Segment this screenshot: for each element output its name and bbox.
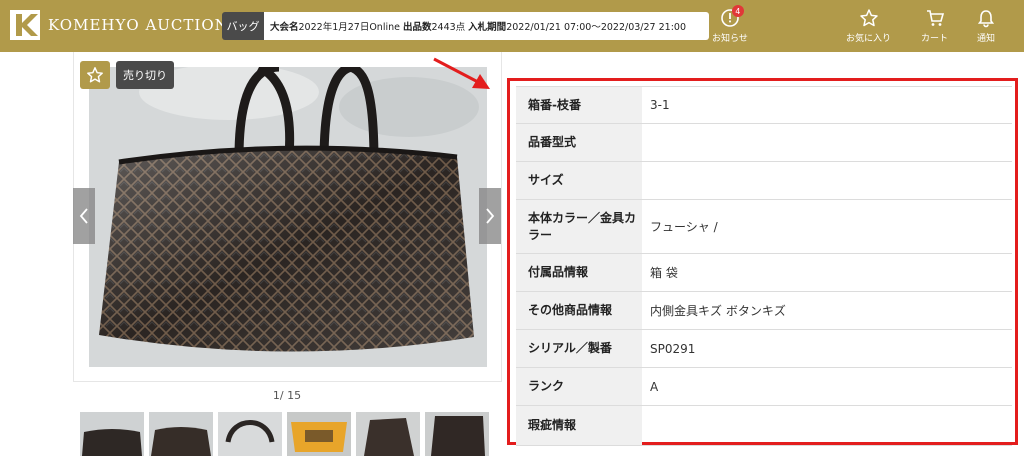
favorite-star-button[interactable] <box>80 61 110 89</box>
spec-row: サイズ <box>516 161 1012 200</box>
auction-info-bar: バッグ 大会名 2022年1月27日Online 出品数 2443点 入札期間 … <box>222 12 709 40</box>
cart-label: カート <box>921 34 949 44</box>
spec-label: 付属品情報 <box>516 253 642 292</box>
thumbnail[interactable] <box>218 412 282 456</box>
chevron-left-icon <box>79 208 88 224</box>
spec-label: ランク <box>516 367 642 406</box>
spec-value: A <box>642 367 1012 406</box>
spec-value: SP0291 <box>642 329 1012 368</box>
spec-row: ランク A <box>516 367 1012 406</box>
logo-text: KOMEHYO AUCTION <box>48 16 229 34</box>
star-outline-icon <box>87 67 103 83</box>
thumbnail[interactable] <box>80 412 144 456</box>
cart-button[interactable]: カート <box>921 8 948 44</box>
spec-label: その他商品情報 <box>516 291 642 330</box>
prev-image-button[interactable] <box>73 188 95 244</box>
sold-out-tag: 売り切り <box>116 61 174 89</box>
item-count: 2443点 <box>431 22 466 33</box>
thumbnail[interactable] <box>356 412 420 456</box>
product-gallery <box>73 52 502 382</box>
cart-icon <box>926 10 944 26</box>
thumbnail[interactable] <box>425 412 489 456</box>
spec-row: 箱番-枝番 3-1 <box>516 86 1012 124</box>
spec-value: フューシャ / <box>642 199 1012 254</box>
favorites-label: お気に入り <box>846 34 892 44</box>
spec-label: 瑕疵情報 <box>516 405 642 446</box>
spec-label: シリアル／製番 <box>516 329 642 368</box>
period-label: 入札期間 <box>468 22 507 33</box>
bid-period: 2022/01/21 07:00〜2022/03/27 21:00 <box>506 22 686 33</box>
favorites-button[interactable]: お気に入り <box>846 8 891 44</box>
spec-row: 瑕疵情報 <box>516 405 1012 446</box>
spec-row: 付属品情報 箱 袋 <box>516 253 1012 292</box>
spec-value <box>642 123 1012 162</box>
spec-label: 本体カラー／金具カラー <box>516 199 642 254</box>
spec-row: 品番型式 <box>516 123 1012 162</box>
star-icon <box>859 9 878 27</box>
notice-badge: 4 <box>731 5 744 17</box>
spec-row: 本体カラー／金具カラー フューシャ / <box>516 199 1012 254</box>
sale-name: 2022年1月27日Online <box>298 22 400 33</box>
count-label: 出品数 <box>402 22 432 33</box>
thumbnail-strip <box>80 412 489 456</box>
auction-info-text: 大会名 2022年1月27日Online 出品数 2443点 入札期間 2022… <box>264 12 709 40</box>
notify-label: 通知 <box>976 34 995 44</box>
thumbnail[interactable] <box>149 412 213 456</box>
spec-row: シリアル／製番 SP0291 <box>516 329 1012 368</box>
spec-value: 内側金具キズ ボタンキズ <box>642 291 1012 330</box>
main-product-photo[interactable] <box>89 67 487 367</box>
product-spec-table: 箱番-枝番 3-1 品番型式 サイズ 本体カラー／金具カラー フューシャ / 付… <box>516 86 1012 446</box>
spec-value: 3-1 <box>642 86 1012 124</box>
spec-label: サイズ <box>516 161 642 200</box>
notice-label: お知らせ <box>712 34 748 44</box>
bell-icon <box>977 10 995 28</box>
notify-button[interactable]: 通知 <box>976 8 996 44</box>
sale-name-label: 大会名 <box>270 22 299 33</box>
spec-value: 箱 袋 <box>642 253 1012 292</box>
image-counter: 1/ 15 <box>272 389 302 402</box>
spec-row: その他商品情報 内側金具キズ ボタンキズ <box>516 291 1012 330</box>
next-image-button[interactable] <box>479 188 501 244</box>
spec-value <box>642 405 1012 446</box>
chevron-right-icon <box>486 208 495 224</box>
category-tab[interactable]: バッグ <box>222 12 264 40</box>
site-logo[interactable]: KOMEHYO AUCTION <box>10 10 229 40</box>
logo-mark-icon <box>10 10 40 40</box>
spec-value <box>642 161 1012 200</box>
top-header: KOMEHYO AUCTION バッグ 大会名 2022年1月27日Online… <box>0 0 1024 52</box>
callout-arrow-icon <box>433 57 490 89</box>
notice-button[interactable]: 4 お知らせ <box>712 5 748 44</box>
spec-label: 箱番-枝番 <box>516 86 642 124</box>
thumbnail[interactable] <box>287 412 351 456</box>
spec-label: 品番型式 <box>516 123 642 162</box>
